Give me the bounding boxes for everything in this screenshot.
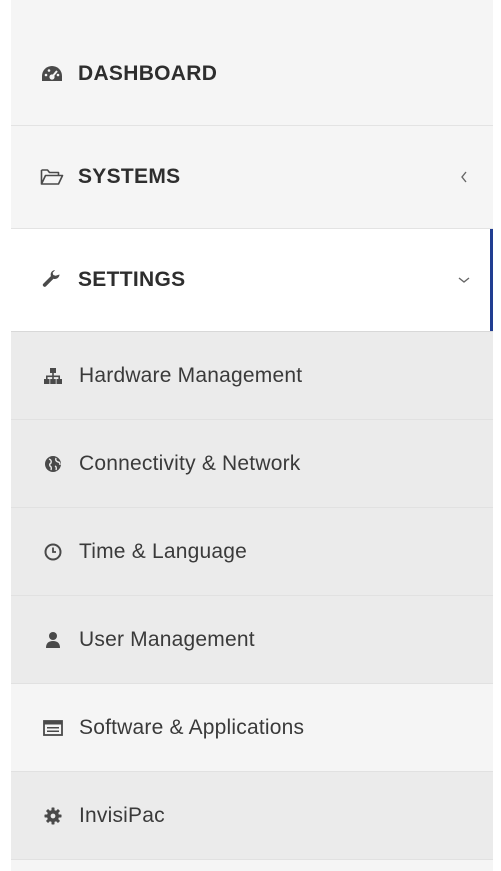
nav-label-systems: SYSTEMS <box>78 165 181 188</box>
submenu-item-connectivity-network[interactable]: Connectivity & Network <box>11 420 493 508</box>
sidebar-nav: DASHBOARD SYSTEMS SETTINGS Hardware Mana… <box>11 0 494 871</box>
user-icon <box>43 628 63 652</box>
submenu-item-time-language[interactable]: Time & Language <box>11 508 493 596</box>
settings-submenu: Hardware Management Connectivity & Netwo… <box>11 332 493 860</box>
nav-item-systems[interactable]: SYSTEMS <box>11 126 493 229</box>
nav-item-settings[interactable]: SETTINGS <box>11 229 494 332</box>
nav-label-dashboard: DASHBOARD <box>78 62 218 85</box>
submenu-label: Time & Language <box>79 539 247 563</box>
nav-item-dashboard[interactable]: DASHBOARD <box>11 23 493 126</box>
submenu-label: Software & Applications <box>79 715 305 739</box>
submenu-item-invisipac[interactable]: InvisiPac <box>11 772 493 860</box>
sidebar-top-spacer <box>11 0 493 23</box>
gear-icon <box>43 804 63 828</box>
submenu-label: Connectivity & Network <box>79 451 301 475</box>
chevron-down-icon[interactable] <box>457 273 471 287</box>
clock-icon <box>43 540 63 564</box>
wrench-icon <box>40 268 64 292</box>
submenu-item-software-applications[interactable]: Software & Applications <box>11 684 493 772</box>
submenu-label: User Management <box>79 627 255 651</box>
sidebar-right-edge <box>493 0 501 871</box>
window-icon <box>43 716 63 740</box>
folder-open-icon <box>40 165 64 189</box>
nav-label-settings: SETTINGS <box>78 268 186 291</box>
globe-icon <box>43 452 63 476</box>
submenu-label: Hardware Management <box>79 363 303 387</box>
sitemap-icon <box>43 364 63 388</box>
dashboard-icon <box>40 62 64 86</box>
submenu-item-user-management[interactable]: User Management <box>11 596 493 684</box>
submenu-item-hardware-management[interactable]: Hardware Management <box>11 332 493 420</box>
submenu-label: InvisiPac <box>79 803 165 827</box>
chevron-left-icon[interactable] <box>457 170 471 184</box>
